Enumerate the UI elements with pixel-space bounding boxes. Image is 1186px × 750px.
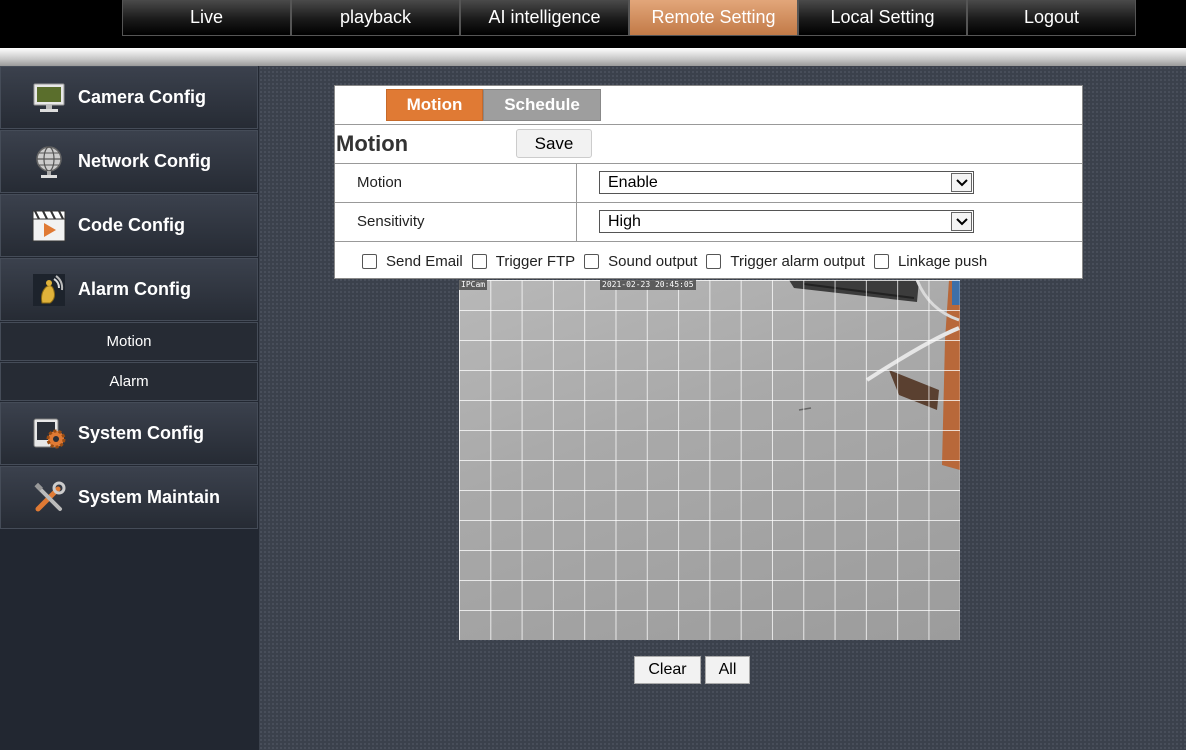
send-email-option[interactable]: Send Email — [362, 253, 463, 270]
title-row: Motion Save — [335, 125, 1082, 164]
linkage-push-label: Linkage push — [897, 252, 988, 270]
nav-remote-setting[interactable]: Remote Setting — [629, 0, 798, 36]
tools-icon — [31, 480, 67, 516]
motion-label: Motion — [357, 174, 403, 191]
top-bar: Live playback AI intelligence Remote Set… — [0, 0, 1186, 48]
sidebar-item-label: Network Config — [78, 151, 211, 171]
sidebar-item-alarm-config[interactable]: Alarm Config — [0, 258, 258, 321]
alarm-actions-row: Send Email Trigger FTP Sound output Trig… — [335, 242, 1082, 280]
sound-output-checkbox[interactable] — [584, 253, 600, 269]
column-divider — [576, 164, 577, 202]
monitor-icon — [31, 80, 67, 116]
trigger-alarm-output-option[interactable]: Trigger alarm output — [706, 253, 865, 270]
chevron-down-icon — [951, 173, 972, 192]
nav-local-setting[interactable]: Local Setting — [798, 0, 967, 36]
sidebar-item-label: System Config — [78, 423, 205, 443]
header-divider — [0, 48, 1186, 66]
nav-logout[interactable]: Logout — [967, 0, 1136, 36]
motion-select[interactable]: Enable — [599, 171, 974, 194]
sensitivity-label: Sensitivity — [357, 213, 425, 230]
film-icon — [31, 208, 67, 244]
gear-icon — [31, 416, 67, 452]
trigger-alarm-output-label: Trigger alarm output — [730, 252, 865, 270]
sidebar-item-camera-config[interactable]: Camera Config — [0, 66, 258, 129]
tab-schedule[interactable]: Schedule — [483, 89, 601, 121]
sensitivity-field-row: Sensitivity High — [335, 203, 1082, 242]
sound-output-option[interactable]: Sound output — [584, 253, 697, 270]
motion-field-row: Motion Enable — [335, 164, 1082, 203]
save-button[interactable]: Save — [516, 129, 592, 158]
motion-settings-panel: Motion Schedule Motion Save Motion Enabl… — [334, 85, 1083, 279]
column-divider — [576, 203, 577, 241]
trigger-ftp-label: Trigger FTP — [495, 252, 576, 270]
sidebar-subitem-motion[interactable]: Motion — [0, 322, 258, 361]
chevron-down-icon — [951, 212, 972, 231]
sidebar-item-system-maintain[interactable]: System Maintain — [0, 466, 258, 529]
nav-live[interactable]: Live — [122, 0, 291, 36]
camera-name-overlay: IPCam — [459, 280, 488, 290]
timestamp-overlay: 2021-02-23 20:45:05 — [600, 280, 696, 290]
nav-playback[interactable]: playback — [291, 0, 460, 36]
sidebar-item-label: Code Config — [78, 215, 185, 235]
camera-preview[interactable]: IPCam 2021-02-23 20:45:05 — [459, 280, 960, 640]
linkage-push-option[interactable]: Linkage push — [873, 252, 988, 270]
tabs-row: Motion Schedule — [335, 86, 1082, 125]
all-button[interactable]: All — [705, 656, 750, 684]
sensitivity-select[interactable]: High — [599, 210, 974, 233]
linkage-push-checkbox[interactable] — [873, 253, 889, 269]
trigger-ftp-checkbox[interactable] — [471, 253, 487, 269]
sidebar: Camera Config Network Config Code Config… — [0, 66, 259, 750]
globe-icon — [31, 144, 67, 180]
motion-select-value: Enable — [608, 173, 658, 191]
sidebar-item-system-config[interactable]: System Config — [0, 402, 258, 465]
send-email-checkbox[interactable] — [362, 253, 377, 269]
sidebar-item-label: System Maintain — [78, 487, 221, 507]
sidebar-subitem-alarm[interactable]: Alarm — [0, 362, 258, 401]
motion-detection-grid[interactable] — [459, 280, 960, 640]
top-navigation: Live playback AI intelligence Remote Set… — [122, 0, 1136, 36]
send-email-label: Send Email — [386, 252, 463, 270]
sidebar-item-code-config[interactable]: Code Config — [0, 194, 258, 257]
sidebar-item-network-config[interactable]: Network Config — [0, 130, 258, 193]
trigger-alarm-output-checkbox[interactable] — [706, 253, 722, 269]
clear-button[interactable]: Clear — [634, 656, 701, 684]
alarm-icon — [31, 272, 67, 308]
sidebar-item-label: Camera Config — [78, 87, 207, 107]
sensitivity-select-value: High — [608, 212, 641, 230]
sidebar-item-label: Alarm Config — [78, 279, 192, 299]
tab-motion[interactable]: Motion — [386, 89, 483, 121]
sound-output-label: Sound output — [608, 252, 698, 270]
nav-ai-intelligence[interactable]: AI intelligence — [460, 0, 629, 36]
trigger-ftp-option[interactable]: Trigger FTP — [471, 252, 576, 270]
page-title: Motion — [336, 131, 409, 156]
